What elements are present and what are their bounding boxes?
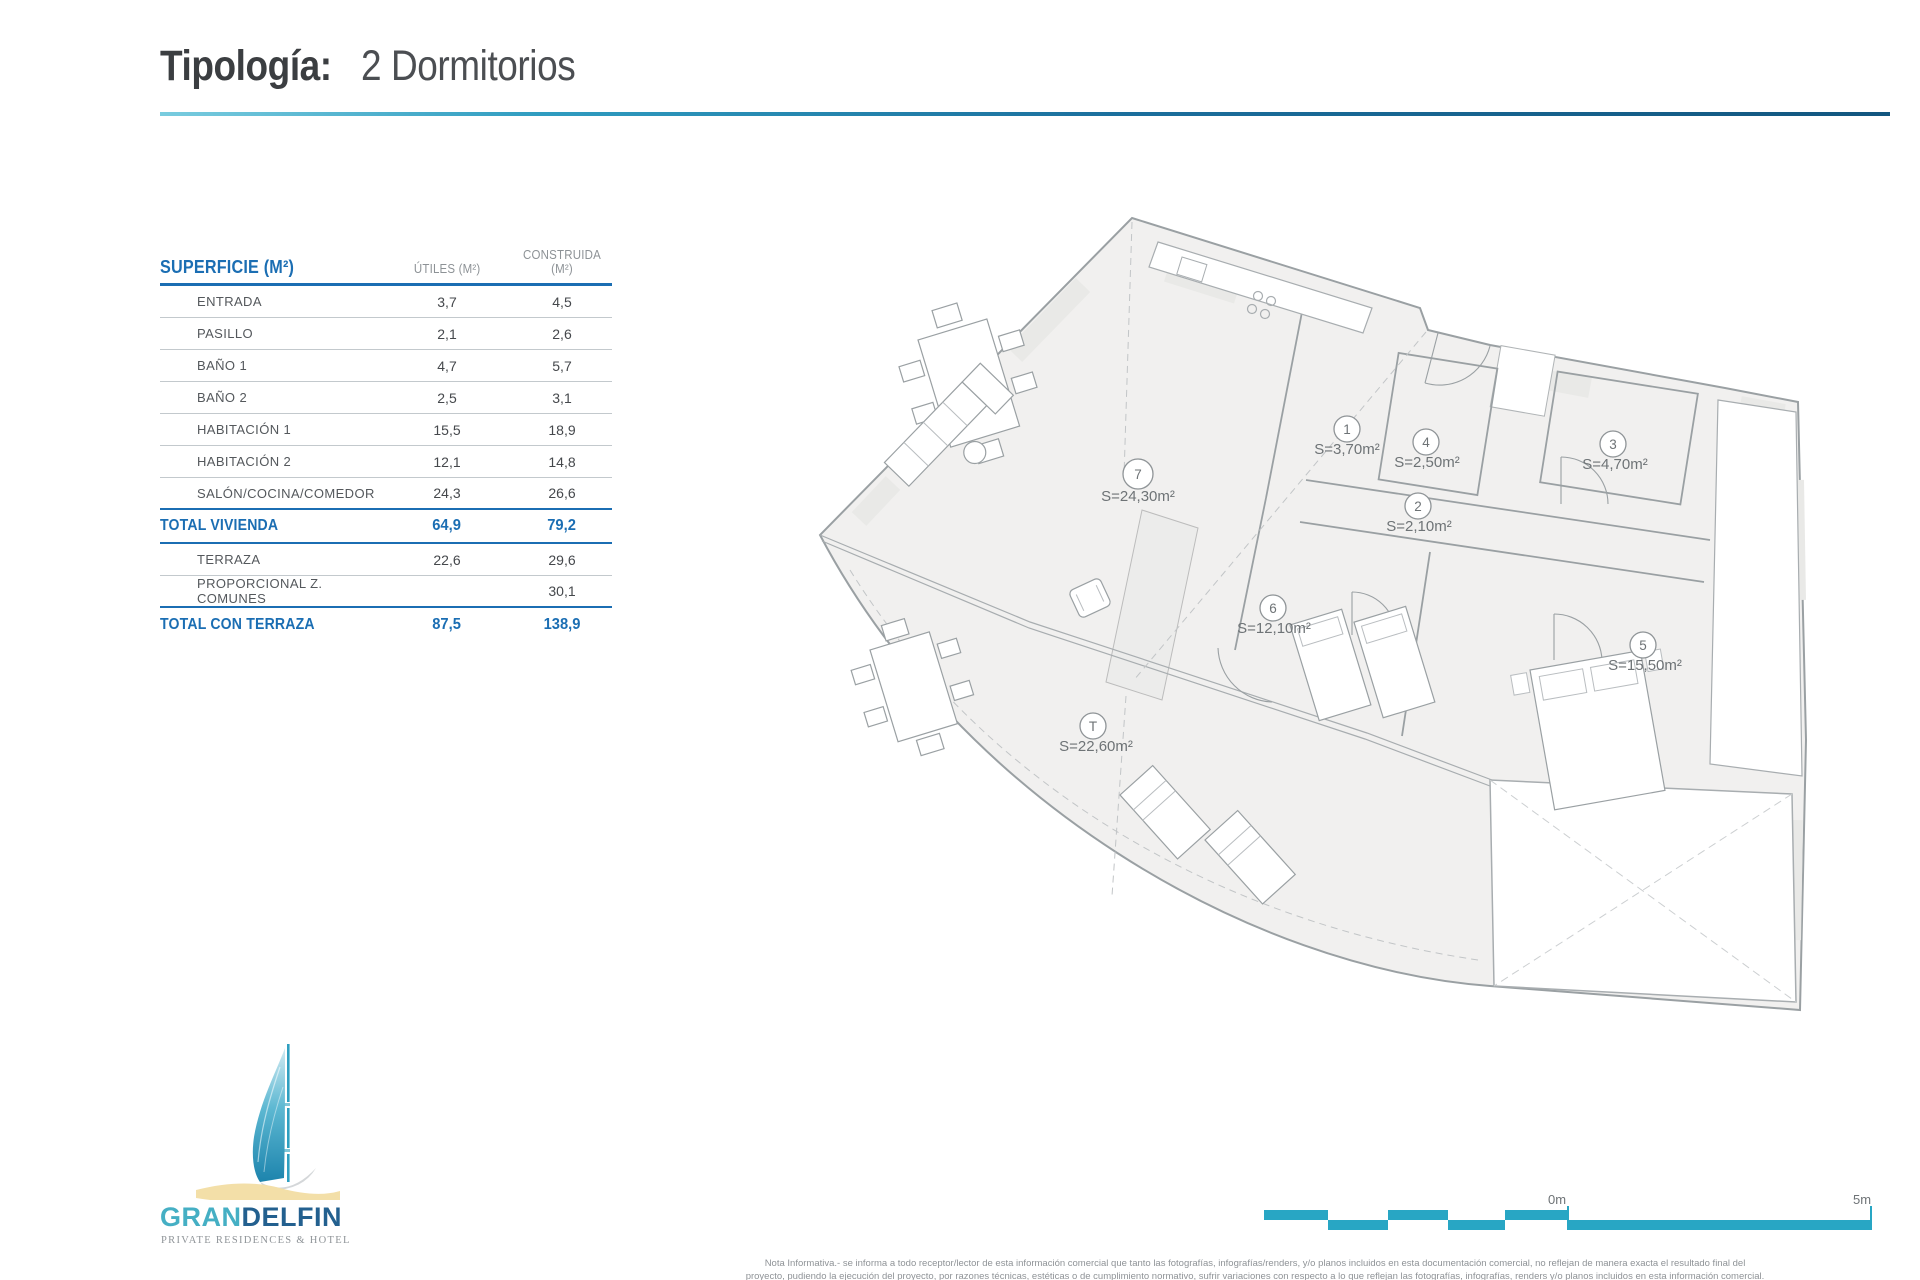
svg-text:S=15,50m²: S=15,50m²	[1608, 657, 1682, 674]
row-construida: 2,6	[552, 325, 572, 342]
floor-plan-drawing: 1 S=3,70m² 2 S=2,10m² 3 S=4,70m² 4 S=2,5…	[818, 216, 1808, 1012]
row-utiles: 4,7	[437, 357, 457, 374]
courtyard-notch	[1489, 345, 1556, 417]
row-construida: 18,9	[548, 421, 576, 438]
svg-text:3: 3	[1609, 437, 1617, 452]
table-row: PROPORCIONAL Z. COMUNES 30,1	[160, 576, 612, 608]
row-label: BAÑO 1	[197, 358, 248, 373]
svg-text:4: 4	[1422, 435, 1430, 450]
table-row: TERRAZA 22,6 29,6	[160, 544, 612, 576]
scale-start-label: 0m	[1548, 1192, 1567, 1207]
scale-segment	[1388, 1210, 1448, 1220]
row-utiles: 24,3	[433, 485, 461, 501]
scale-segment	[1264, 1210, 1328, 1220]
page-title-rest: 2 Dormitorios	[360, 42, 576, 90]
col-header-superficie: SUPERFICIE (M²)	[160, 257, 295, 277]
scale-tick	[1567, 1206, 1569, 1221]
brand-name: GRANDELFIN	[160, 1202, 342, 1233]
total-utiles: 64,9	[432, 517, 462, 534]
table-row: HABITACIÓN 1 15,5 18,9	[160, 414, 612, 446]
row-construida: 4,5	[552, 293, 572, 310]
row-label: HABITACIÓN 2	[197, 454, 292, 469]
scale-segment	[1567, 1220, 1872, 1230]
row-construida: 5,7	[552, 357, 572, 374]
total-utiles: 87,5	[432, 616, 462, 633]
surface-table-header: SUPERFICIE (M²) ÚTILES (M²) CONSTRUIDA (…	[160, 248, 612, 286]
svg-text:5: 5	[1639, 638, 1647, 653]
svg-text:7: 7	[1134, 467, 1142, 482]
table-row: ENTRADA 3,7 4,5	[160, 286, 612, 318]
page-title-bold: Tipología:	[160, 42, 332, 90]
total-label: TOTAL CON TERRAZA	[160, 616, 315, 633]
common-corridor	[1709, 399, 1803, 777]
row-construida: 29,6	[548, 551, 576, 568]
row-construida: 30,1	[548, 583, 576, 599]
svg-text:1: 1	[1343, 422, 1351, 437]
scale-end-label: 5m	[1853, 1192, 1872, 1207]
title-underline	[160, 112, 1890, 116]
legal-note-line1: Nota Informativa.- se informa a todo rec…	[764, 1258, 1746, 1269]
scale-bar: 0m 5m	[1264, 1192, 1874, 1238]
row-utiles: 2,5	[437, 389, 457, 406]
row-construida: 3,1	[552, 389, 572, 406]
row-label: ENTRADA	[197, 294, 262, 309]
svg-text:S=2,50m²: S=2,50m²	[1394, 454, 1459, 471]
total-label: TOTAL VIVIENDA	[160, 517, 279, 534]
svg-text:S=12,10m²: S=12,10m²	[1237, 620, 1311, 637]
table-row: BAÑO 1 4,7 5,7	[160, 350, 612, 382]
brand-name-delfin: DELFIN	[241, 1202, 342, 1232]
brand-tagline: PRIVATE RESIDENCES & HOTEL	[161, 1235, 351, 1246]
table-row: SALÓN/COCINA/COMEDOR 24,3 26,6	[160, 478, 612, 510]
svg-text:T: T	[1089, 719, 1097, 734]
row-utiles: 12,1	[433, 453, 461, 470]
legal-note-line2: proyecto, pudiendo la ejecución del proy…	[745, 1270, 1765, 1280]
elevator-shaft	[1489, 779, 1797, 1003]
row-label: PROPORCIONAL Z. COMUNES	[197, 576, 323, 606]
table-row: PASILLO 2,1 2,6	[160, 318, 612, 350]
row-label: SALÓN/COCINA/COMEDOR	[197, 485, 375, 501]
svg-text:S=4,70m²: S=4,70m²	[1582, 456, 1647, 473]
table-row-total-terraza: TOTAL CON TERRAZA 87,5 138,9	[160, 608, 612, 642]
row-construida: 26,6	[548, 485, 576, 501]
table-row: HABITACIÓN 2 12,1 14,8	[160, 446, 612, 478]
svg-text:6: 6	[1269, 601, 1277, 616]
row-label: TERRAZA	[197, 552, 261, 567]
brand-name-gran: GRAN	[160, 1202, 242, 1232]
svg-text:S=2,10m²: S=2,10m²	[1386, 518, 1451, 535]
scale-segment	[1448, 1220, 1505, 1230]
row-utiles: 2,1	[437, 325, 457, 342]
scale-tick	[1870, 1206, 1872, 1221]
total-construida: 138,9	[543, 616, 581, 633]
total-construida: 79,2	[547, 517, 577, 534]
col-header-utiles: ÚTILES (M²)	[413, 262, 481, 276]
table-row-total-vivienda: TOTAL VIVIENDA 64,9 79,2	[160, 510, 612, 544]
legal-note: Nota Informativa.- se informa a todo rec…	[600, 1258, 1910, 1280]
sailboat-icon	[196, 1044, 340, 1200]
page-title: Tipología: 2 Dormitorios	[160, 42, 610, 91]
row-utiles: 22,6	[433, 551, 461, 568]
row-utiles: 15,5	[433, 421, 461, 438]
svg-text:S=24,30m²: S=24,30m²	[1101, 488, 1175, 505]
table-row: BAÑO 2 2,5 3,1	[160, 382, 612, 414]
surface-table: SUPERFICIE (M²) ÚTILES (M²) CONSTRUIDA (…	[160, 248, 612, 642]
row-label: HABITACIÓN 1	[197, 422, 292, 437]
brand-logo: GRANDELFIN PRIVATE RESIDENCES & HOTEL	[160, 1042, 380, 1262]
svg-text:S=3,70m²: S=3,70m²	[1314, 441, 1379, 458]
row-construida: 14,8	[548, 453, 576, 470]
scale-segment	[1505, 1210, 1567, 1220]
row-label: PASILLO	[197, 326, 254, 341]
row-utiles: 3,7	[437, 293, 457, 310]
scale-segment	[1328, 1220, 1388, 1230]
floorplan-sheet: Tipología: 2 Dormitorios SUPERFICIE (M²)…	[0, 0, 1920, 1280]
col-header-construida: CONSTRUIDA (M²)	[523, 248, 601, 276]
svg-text:S=22,60m²: S=22,60m²	[1059, 738, 1133, 755]
row-label: BAÑO 2	[197, 390, 248, 405]
svg-text:2: 2	[1414, 499, 1422, 514]
